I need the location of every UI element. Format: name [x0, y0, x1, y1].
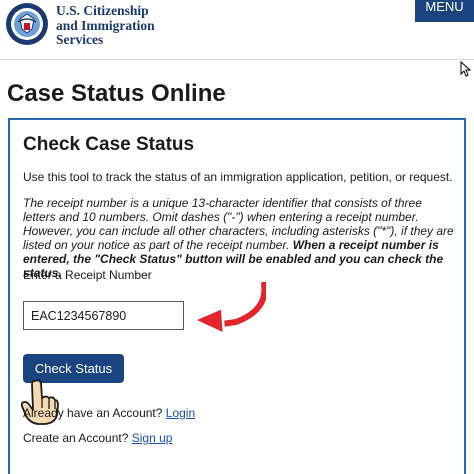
receipt-number-label: Enter a Receipt Number	[23, 268, 152, 282]
site-header: U.S. Citizenship and Immigration Service…	[0, 0, 474, 60]
menu-button[interactable]: MENU	[415, 0, 474, 22]
signup-link[interactable]: Sign up	[132, 431, 173, 445]
login-link[interactable]: Login	[166, 406, 195, 420]
agency-name[interactable]: U.S. Citizenship and Immigration Service…	[56, 3, 155, 48]
pointing-arrow-icon	[192, 282, 266, 336]
receipt-number-input[interactable]	[23, 301, 184, 330]
dhs-seal-icon[interactable]	[5, 2, 49, 46]
signup-prompt: Create an Account? Sign up	[23, 431, 172, 445]
card-title: Check Case Status	[23, 134, 195, 155]
intro-text: Use this tool to track the status of an …	[23, 170, 453, 184]
agency-line-3: Services	[56, 32, 104, 47]
login-prompt: Already have an Account? Login	[23, 406, 195, 420]
mouse-cursor-icon	[460, 61, 472, 77]
page-title: Case Status Online	[7, 80, 226, 107]
agency-line-2: and Immigration	[56, 17, 155, 33]
check-status-card: Check Case Status Use this tool to track…	[8, 118, 466, 474]
already-account-text: Already have an Account?	[23, 406, 163, 420]
create-account-text: Create an Account?	[23, 431, 129, 445]
agency-line-1: U.S. Citizenship	[56, 3, 149, 18]
